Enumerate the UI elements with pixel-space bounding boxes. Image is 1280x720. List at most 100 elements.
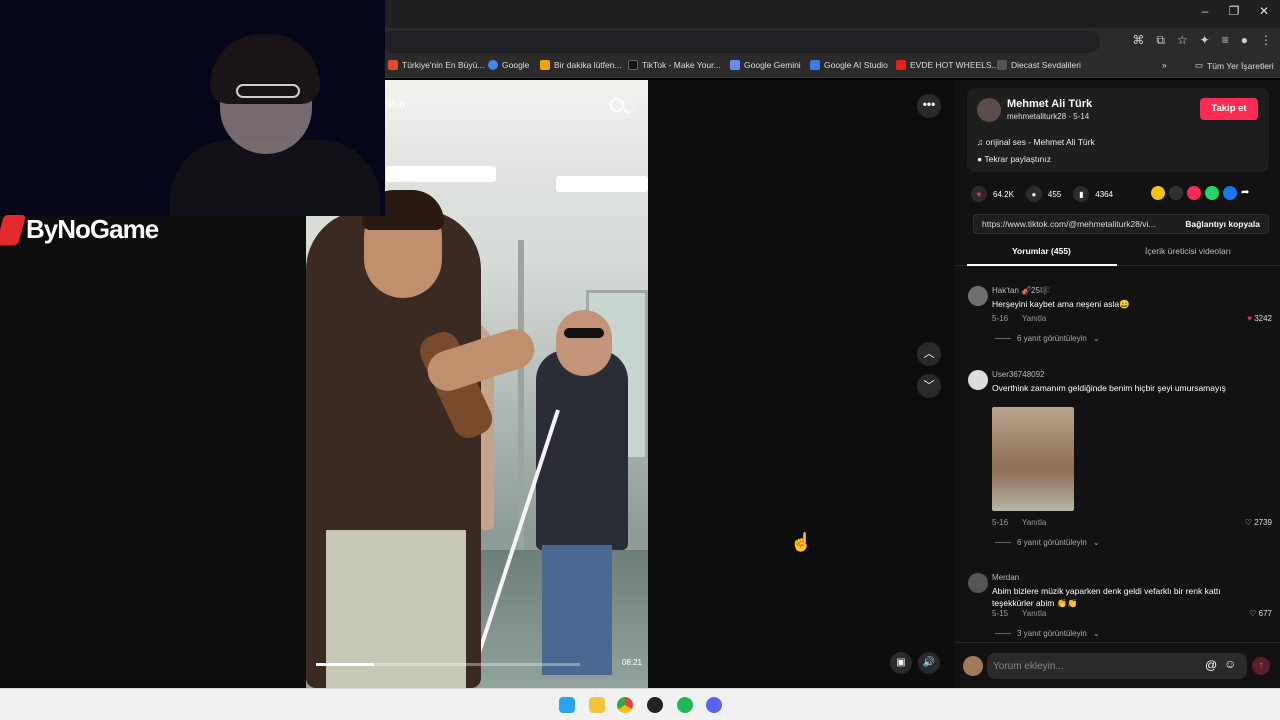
music-info[interactable]: ♫ orijinal ses - Mehmet Ali Türk xyxy=(977,137,1095,147)
share-link-url[interactable]: https://www.tiktok.com/@mehmetaliturk28/… xyxy=(982,219,1156,229)
url-input[interactable] xyxy=(380,31,1100,53)
bynogame-logo-icon xyxy=(0,214,27,245)
view-replies-button[interactable]: 3 yanıt görüntüleyin ⌄ xyxy=(995,629,1100,638)
reply-button[interactable]: Yanıtla xyxy=(1022,314,1046,323)
comment-stat[interactable]: ● 455 xyxy=(1025,186,1061,202)
search-input[interactable]: ulun xyxy=(386,99,405,110)
comment-image[interactable] xyxy=(992,407,1074,511)
comment-meta: 5-16 Yanıtla xyxy=(992,518,1046,527)
minimize-button[interactable]: – xyxy=(1190,4,1220,18)
repost-info: ● Tekrar paylaştınız xyxy=(977,154,1051,164)
obs-icon[interactable] xyxy=(647,697,663,713)
bookmark-icon: ▮ xyxy=(1073,186,1090,202)
puzzle-icon[interactable]: ✦ xyxy=(1200,33,1210,48)
embed-icon[interactable] xyxy=(1169,186,1183,200)
bookmark-favicon-icon xyxy=(997,60,1007,70)
share-icons: ➦ xyxy=(1151,186,1255,200)
bookmark-item[interactable]: Türkiye'nin En Büyü... xyxy=(388,60,484,70)
video-progress-bar[interactable] xyxy=(316,663,580,666)
heart-icon: ♥ xyxy=(971,186,987,202)
share-link-box: https://www.tiktok.com/@mehmetaliturk28/… xyxy=(973,214,1269,234)
bookmarks-overflow-button[interactable]: » xyxy=(1162,60,1167,70)
reply-button[interactable]: Yanıtla xyxy=(1022,609,1046,618)
bookmark-item[interactable]: EVDE HOT WHEELS... xyxy=(896,60,999,70)
volume-icon[interactable]: 🔊 xyxy=(918,652,940,674)
mention-icon[interactable]: @ xyxy=(1205,658,1217,672)
mini-player-icon[interactable]: ▣ xyxy=(890,652,912,674)
share-arrow-icon[interactable]: ➦ xyxy=(1241,186,1255,200)
taskbar xyxy=(0,688,1280,720)
coin-icon[interactable] xyxy=(1151,186,1165,200)
save-stat[interactable]: ▮ 4364 xyxy=(1073,186,1113,202)
bookmark-item[interactable]: Google Gemini xyxy=(730,60,801,70)
comment-likes[interactable]: ♡ 677 xyxy=(1249,609,1272,618)
star-icon[interactable]: ☆ xyxy=(1177,33,1188,48)
commenter-name[interactable]: Merdan xyxy=(992,573,1019,582)
comment-text: Abim bizlere müzik yaparken denk geldi v… xyxy=(992,586,1221,608)
commenter-avatar[interactable] xyxy=(968,370,988,390)
file-explorer-icon[interactable] xyxy=(589,697,605,713)
engagement-stats: ♥ 64.2K ● 455 ▮ 4364 xyxy=(971,186,1113,202)
chrome-icon[interactable] xyxy=(617,697,633,713)
discord-icon[interactable] xyxy=(706,697,722,713)
like-stat[interactable]: ♥ 64.2K xyxy=(971,186,1014,202)
tab-creator-videos[interactable]: İçerik üreticisi videoları xyxy=(1145,246,1231,256)
commenter-avatar[interactable] xyxy=(968,573,988,593)
profile-icon[interactable]: ● xyxy=(1241,33,1248,48)
whatsapp-icon[interactable] xyxy=(1205,186,1219,200)
tab-comments[interactable]: Yorumlar (455) xyxy=(1012,246,1071,256)
more-options-icon[interactable]: ••• xyxy=(917,94,941,118)
author-avatar[interactable] xyxy=(977,98,1001,122)
chevron-down-icon: ⌄ xyxy=(1092,334,1100,343)
repost-share-icon[interactable] xyxy=(1187,186,1201,200)
divider xyxy=(995,633,1011,634)
copy-link-button[interactable]: Bağlantıyı kopyala xyxy=(1185,219,1260,229)
next-video-button[interactable]: ﹀ xyxy=(917,374,941,398)
comment-text: Overthink zamanım geldiğinde benim hiçbi… xyxy=(992,383,1226,393)
heart-outline-icon: ♡ xyxy=(1244,518,1255,527)
comment-date: 5-15 xyxy=(992,609,1009,618)
close-button[interactable]: ✕ xyxy=(1249,4,1279,18)
comment-likes[interactable]: ♥ 3242 xyxy=(1247,314,1272,323)
start-icon[interactable] xyxy=(559,697,575,713)
view-replies-button[interactable]: 6 yanıt görüntüleyin ⌄ xyxy=(995,334,1100,343)
bookmark-item[interactable]: Bir dakika lütfen... xyxy=(540,60,622,70)
bookmark-item[interactable]: TikTok - Make Your... xyxy=(628,60,721,70)
menu-icon[interactable]: ⋮ xyxy=(1260,33,1272,48)
commenter-name[interactable]: Hak'tan 🎻25🎼 xyxy=(992,286,1050,295)
scene-old-man-legs xyxy=(542,545,612,675)
reply-button[interactable]: Yanıtla xyxy=(1022,518,1046,527)
extension-icon[interactable]: ⧉ xyxy=(1156,33,1165,48)
music-note-icon: ♫ xyxy=(977,137,986,147)
maximize-button[interactable]: ❐ xyxy=(1219,4,1249,18)
streamer-logo: ByNoGame xyxy=(0,214,159,245)
commenter-name[interactable]: User36748092 xyxy=(992,370,1044,379)
ai-studio-icon xyxy=(810,60,820,70)
all-bookmarks-button[interactable]: ▭ Tüm Yer İşaretleri xyxy=(1195,60,1274,71)
previous-video-button[interactable]: ︿ xyxy=(917,342,941,366)
spotify-icon[interactable] xyxy=(677,697,693,713)
scene-light xyxy=(386,166,496,182)
follow-button[interactable]: Takip et xyxy=(1200,98,1258,120)
active-tab-indicator xyxy=(967,264,1117,266)
commenter-avatar[interactable] xyxy=(968,286,988,306)
media-icon[interactable]: ≡ xyxy=(1222,33,1229,48)
translate-icon[interactable]: ⌘ xyxy=(1132,33,1144,48)
bookmark-item[interactable]: Google AI Studio xyxy=(810,60,888,70)
chevron-down-icon: ⌄ xyxy=(1092,629,1100,638)
view-replies-button[interactable]: 6 yanıt görüntüleyin ⌄ xyxy=(995,538,1100,547)
comment-likes[interactable]: ♡ 2739 xyxy=(1245,518,1272,527)
bookmark-favicon-icon xyxy=(540,60,550,70)
author-name[interactable]: Mehmet Ali Türk xyxy=(1007,98,1092,110)
search-icon[interactable] xyxy=(610,98,624,112)
hand-cursor-icon: ☝ xyxy=(790,532,813,552)
send-comment-button[interactable]: ↑ xyxy=(1252,657,1270,675)
comment-date: 5-16 xyxy=(992,518,1009,527)
my-avatar xyxy=(963,656,983,676)
bookmark-item[interactable]: Diecast Sevdalileri xyxy=(997,60,1081,70)
scene-old-man xyxy=(536,350,628,550)
bookmark-item[interactable]: Google xyxy=(488,60,529,70)
facebook-icon[interactable] xyxy=(1223,186,1237,200)
emoji-icon[interactable]: ☺ xyxy=(1224,657,1236,671)
toolbar-icons: ⌘ ⧉ ☆ ✦ ≡ ● ⋮ xyxy=(1132,33,1272,48)
